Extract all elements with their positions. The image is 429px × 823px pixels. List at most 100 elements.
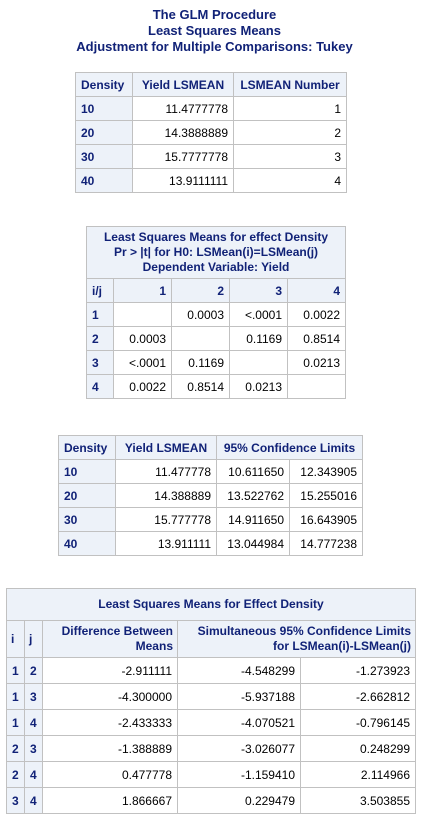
column-header: LSMEAN Number [233, 72, 347, 97]
table-cell: 3.503855 [300, 787, 416, 814]
procedure-subtitle: Least Squares Means [148, 23, 281, 38]
column-header: Density [58, 435, 116, 460]
row-header: 1 [6, 683, 25, 710]
table-cell: 11.477778 [115, 459, 217, 484]
procedure-titles: The GLM Procedure Least Squares Means Ad… [0, 0, 429, 55]
column-header: 95% Confidence Limits [216, 435, 363, 460]
table-cell: 13.911111 [115, 531, 217, 556]
table-cell: -4.300000 [42, 683, 178, 710]
table-row: 30 15.777778 14.911650 16.643905 [58, 507, 363, 532]
row-header: 4 [24, 709, 43, 736]
row-header: 1 [86, 302, 114, 327]
table-cell: <.0001 [229, 302, 288, 327]
table-cell: 0.0003 [171, 302, 230, 327]
column-header: Yield LSMEAN [132, 72, 234, 97]
column-header: 2 [171, 278, 230, 303]
table-cell: 10.611650 [216, 459, 290, 484]
column-header: 4 [287, 278, 346, 303]
column-header: i/j [86, 278, 114, 303]
table-cell: -4.548299 [177, 657, 301, 684]
table-cell: -1.273923 [300, 657, 416, 684]
table-cell: 2 [233, 120, 347, 145]
table-row: 40 13.9111111 4 [75, 168, 347, 193]
column-header: Density [75, 72, 133, 97]
table-cell: -1.388889 [42, 735, 178, 762]
table-cell: <.0001 [113, 350, 172, 375]
table-cell: 14.388889 [115, 483, 217, 508]
table-caption: Least Squares Means for Effect Density [6, 588, 416, 621]
table-cell: 11.4777778 [132, 96, 234, 121]
caption-line: Pr > |t| for H0: LSMean(i)=LSMean(j) [113, 245, 319, 259]
table-row: 10 11.477778 10.611650 12.343905 [58, 459, 363, 484]
lsmeans-table: Density Yield LSMEAN LSMEAN Number 10 11… [75, 72, 347, 193]
table-row: 3 <.0001 0.1169 0.0213 [86, 350, 346, 375]
table-cell [113, 302, 172, 327]
pvalue-matrix-table: Least Squares Means for effect Density P… [86, 226, 346, 399]
column-header: 3 [229, 278, 288, 303]
row-header: 2 [86, 326, 114, 351]
row-header: 3 [24, 735, 43, 762]
table-cell [171, 326, 230, 351]
procedure-title: The GLM Procedure [152, 7, 277, 22]
row-header: 2 [6, 735, 25, 762]
table-row: 1 0.0003 <.0001 0.0022 [86, 302, 346, 327]
table-cell: 15.255016 [289, 483, 363, 508]
table-cell [229, 350, 288, 375]
table-cell: -2.911111 [42, 657, 178, 684]
table-cell: -1.159410 [177, 761, 301, 788]
table-row: 40 13.911111 13.044984 14.777238 [58, 531, 363, 556]
row-header: 1 [6, 709, 25, 736]
table-row: 10 11.4777778 1 [75, 96, 347, 121]
row-header: 20 [75, 120, 133, 145]
row-header: 10 [75, 96, 133, 121]
table-cell: -2.433333 [42, 709, 178, 736]
table-cell: -5.937188 [177, 683, 301, 710]
table-row: 3 4 1.866667 0.229479 3.503855 [6, 787, 416, 814]
row-header: 40 [58, 531, 116, 556]
table-cell: 12.343905 [289, 459, 363, 484]
row-header: 20 [58, 483, 116, 508]
table-cell: 15.777778 [115, 507, 217, 532]
table-row: 2 3 -1.388889 -3.026077 0.248299 [6, 735, 416, 762]
table-header-row: Density Yield LSMEAN LSMEAN Number [75, 72, 347, 97]
table-cell [287, 374, 346, 399]
table-header-row: Density Yield LSMEAN 95% Confidence Limi… [58, 435, 363, 460]
table-cell: 16.643905 [289, 507, 363, 532]
table-cell: 0.0213 [229, 374, 288, 399]
column-header: i [6, 620, 25, 658]
adjustment-title: Adjustment for Multiple Comparisons: Tuk… [76, 39, 353, 54]
row-header: 4 [24, 761, 43, 788]
table-cell: 2.114966 [300, 761, 416, 788]
table-row: 20 14.388889 13.522762 15.255016 [58, 483, 363, 508]
row-header: 3 [6, 787, 25, 814]
table-cell: 14.911650 [216, 507, 290, 532]
table-cell: -4.070521 [177, 709, 301, 736]
table-row: 2 4 0.477778 -1.159410 2.114966 [6, 761, 416, 788]
row-header: 3 [86, 350, 114, 375]
table-cell: 13.044984 [216, 531, 290, 556]
table-row: 1 3 -4.300000 -5.937188 -2.662812 [6, 683, 416, 710]
caption-line: Dependent Variable: Yield [142, 260, 290, 274]
row-header: 2 [6, 761, 25, 788]
row-header: 1 [6, 657, 25, 684]
row-header: 4 [24, 787, 43, 814]
table-cell: 0.1169 [229, 326, 288, 351]
column-header: Difference Between Means [42, 620, 178, 658]
table-row: 4 0.0022 0.8514 0.0213 [86, 374, 346, 399]
table-cell: 0.477778 [42, 761, 178, 788]
row-header: 3 [24, 683, 43, 710]
column-header: Yield LSMEAN [115, 435, 217, 460]
table-cell: 0.248299 [300, 735, 416, 762]
pairwise-differences-table: Least Squares Means for Effect Density i… [6, 588, 416, 814]
table-header-row: i/j 1 2 3 4 [86, 278, 346, 303]
table-caption-row: Least Squares Means for effect Density P… [86, 226, 346, 279]
table-cell: -3.026077 [177, 735, 301, 762]
table-cell: 13.522762 [216, 483, 290, 508]
table-cell: -2.662812 [300, 683, 416, 710]
row-header: 4 [86, 374, 114, 399]
table-caption: Least Squares Means for effect Density P… [86, 226, 346, 279]
row-header: 2 [24, 657, 43, 684]
table-cell: 1.866667 [42, 787, 178, 814]
table-cell: 0.0022 [113, 374, 172, 399]
table-row: 20 14.3888889 2 [75, 120, 347, 145]
